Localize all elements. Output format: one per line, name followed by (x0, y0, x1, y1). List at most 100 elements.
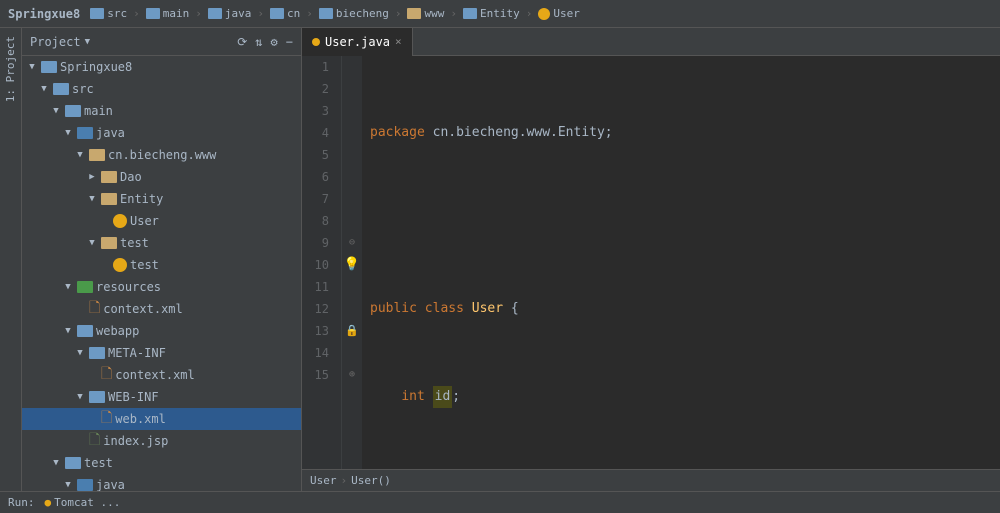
ln-8: 8 (302, 210, 335, 232)
tree-item-test-main[interactable]: test (22, 452, 301, 474)
gutter-5 (342, 144, 362, 166)
tree-item-java[interactable]: java (22, 122, 301, 144)
tab-dot-icon (312, 38, 320, 46)
tomcat-item[interactable]: ● Tomcat ... (45, 496, 121, 509)
test-folder-label: test (120, 236, 149, 250)
tree-item-src[interactable]: src (22, 78, 301, 100)
tree-item-main[interactable]: main (22, 100, 301, 122)
tree-item-test-folder[interactable]: test (22, 232, 301, 254)
dao-label: Dao (120, 170, 142, 184)
nav-cn: cn (270, 7, 300, 20)
tomcat-label: Tomcat ... (54, 496, 120, 509)
java2-label: java (96, 478, 125, 491)
main-label: main (84, 104, 113, 118)
nav-www: www (407, 7, 444, 20)
breadcrumb-user: User (310, 474, 337, 487)
springxue8-label: Springxue8 (60, 60, 132, 74)
arrow-dao (86, 171, 98, 183)
tree-item-package[interactable]: cn.biecheng.www (22, 144, 301, 166)
sort-icon[interactable]: ⇅ (255, 35, 262, 49)
tree-item-java2[interactable]: java (22, 474, 301, 491)
nav-biecheng: biecheng (319, 7, 389, 20)
breadcrumb-nav: src › main › java › cn › biecheng › www … (90, 7, 580, 20)
ln-2: 2 (302, 78, 335, 100)
context1-icon: 🗋 (89, 297, 100, 321)
resources-label: resources (96, 280, 161, 294)
gutter-4 (342, 122, 362, 144)
gutter-2 (342, 78, 362, 100)
arrow-package (74, 149, 86, 161)
tree-item-user[interactable]: User (22, 210, 301, 232)
test-main-label: test (84, 456, 113, 470)
tab-user-java[interactable]: User.java × (302, 28, 413, 56)
entity-icon (101, 193, 117, 205)
index-jsp-icon: 🗋 (89, 429, 100, 453)
resources-icon (77, 281, 93, 293)
title-bar: Springxue8 src › main › java › cn › biec… (0, 0, 1000, 28)
entity-folder-icon (463, 8, 477, 19)
ln-9: 9 (302, 232, 335, 254)
user-java-icon (113, 214, 127, 228)
tree-item-test-java[interactable]: test (22, 254, 301, 276)
code-line-4: int id; (370, 386, 992, 408)
tree-item-context1[interactable]: 🗋 context.xml (22, 298, 301, 320)
fold-icon-15[interactable]: ⊕ (349, 364, 355, 386)
breadcrumb-user-ctor: User() (351, 474, 391, 487)
web-inf-label: WEB-INF (108, 390, 159, 404)
ln-13: 13 (302, 320, 335, 342)
web-xml-icon: 🗋 (101, 407, 112, 431)
biecheng-folder-icon (319, 8, 333, 19)
tree-item-index-jsp[interactable]: 🗋 index.jsp (22, 430, 301, 452)
kw-package: package (370, 122, 433, 144)
tomcat-icon: ● (45, 496, 52, 509)
tree-item-entity[interactable]: Entity (22, 188, 301, 210)
tree-item-resources[interactable]: resources (22, 276, 301, 298)
package-label: cn.biecheng.www (108, 148, 216, 162)
sync-icon[interactable]: ⟳ (237, 35, 247, 49)
tree-item-web-inf[interactable]: WEB-INF (22, 386, 301, 408)
var-id: id (433, 386, 453, 408)
arrow-src (38, 83, 50, 95)
dropdown-arrow[interactable]: ▼ (85, 37, 90, 47)
tree-item-webapp[interactable]: webapp (22, 320, 301, 342)
meta-inf-icon (89, 347, 105, 359)
tab-close-button[interactable]: × (395, 35, 402, 48)
editor-gutter: ⊖ 💡 🔒 ⊕ (342, 56, 362, 469)
settings-icon[interactable]: ⚙ (271, 35, 278, 49)
tree-item-web-xml[interactable]: 🗋 web.xml (22, 408, 301, 430)
fold-icon-9[interactable]: ⊖ (349, 232, 355, 254)
context1-label: context.xml (103, 302, 182, 316)
project-panel-label[interactable]: 1: Project (1, 28, 20, 110)
project-side-panel: 1: Project (0, 28, 22, 491)
sidebar-header: Project ▼ ⟳ ⇅ ⚙ − (22, 28, 301, 56)
gutter-6 (342, 166, 362, 188)
ln-10: 10 (302, 254, 335, 276)
code-content[interactable]: package cn.biecheng.www.Entity; public c… (362, 56, 1000, 469)
code-line-2 (370, 210, 992, 232)
code-editor[interactable]: 1 2 3 4 5 6 7 8 9 10 11 12 13 14 15 (302, 56, 1000, 469)
minimize-icon[interactable]: − (286, 35, 293, 49)
user-file-icon (538, 8, 550, 20)
web-xml-label: web.xml (115, 412, 166, 426)
meta-inf-label: META-INF (108, 346, 166, 360)
sidebar-title-label: Project ▼ (30, 35, 90, 49)
ln-4: 4 (302, 122, 335, 144)
java2-icon (77, 479, 93, 491)
arrow-test-main (50, 457, 62, 469)
lightbulb-icon[interactable]: 💡 (344, 254, 360, 276)
www-folder-icon (407, 8, 421, 19)
tree-item-springxue8[interactable]: Springxue8 (22, 56, 301, 78)
context2-icon: 🗋 (101, 363, 112, 387)
webapp-label: webapp (96, 324, 139, 338)
tree-item-dao[interactable]: Dao (22, 166, 301, 188)
line-numbers: 1 2 3 4 5 6 7 8 9 10 11 12 13 14 15 (302, 56, 342, 469)
java-folder-icon (208, 8, 222, 19)
nav-user: User (538, 7, 580, 20)
tab-user-java-label: User.java (325, 35, 390, 49)
kw-public: public (370, 298, 425, 320)
nav-src: src (90, 7, 127, 20)
tree-item-context2[interactable]: 🗋 context.xml (22, 364, 301, 386)
lock-icon-13: 🔒 (345, 320, 359, 342)
tree-item-meta-inf[interactable]: META-INF (22, 342, 301, 364)
gutter-7 (342, 188, 362, 210)
